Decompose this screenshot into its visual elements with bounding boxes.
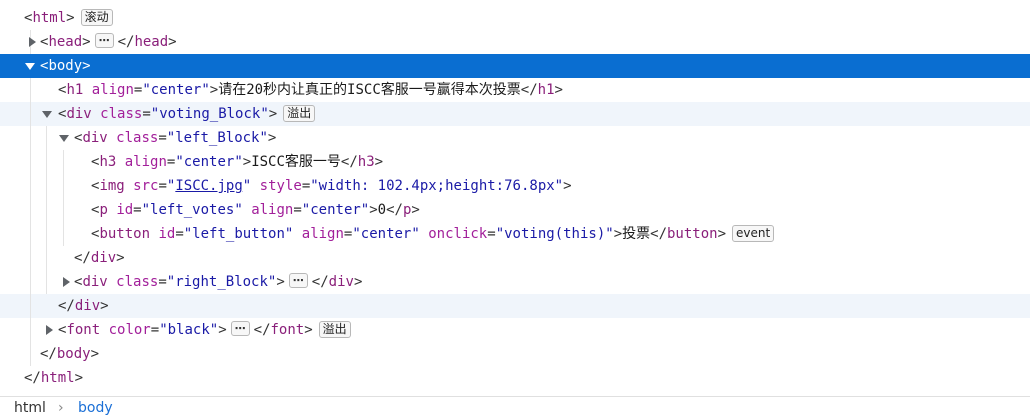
attr-name: align bbox=[91, 82, 134, 98]
node-h1[interactable]: <h1 align="center">请在20秒内让真正的ISCC客服一号赢得本… bbox=[0, 78, 1030, 102]
tag-name: div bbox=[90, 250, 117, 266]
attr-name: src bbox=[133, 178, 159, 194]
tag-name: html bbox=[40, 370, 75, 386]
tag-name: h3 bbox=[357, 154, 375, 170]
text-node: 投票 bbox=[622, 226, 651, 242]
node-right-block[interactable]: <div class="right_Block"> ⋯ </div> bbox=[0, 270, 1030, 294]
tag-name: img bbox=[99, 178, 125, 194]
attr-value: "center" bbox=[175, 154, 243, 170]
attr-name: class bbox=[116, 130, 159, 146]
node-html-close[interactable]: </html> bbox=[0, 366, 1030, 390]
tag-name: button bbox=[99, 226, 151, 242]
tag-name: body bbox=[48, 58, 83, 74]
collapse-triangle-icon[interactable] bbox=[41, 102, 53, 126]
attr-value: "voting_Block" bbox=[150, 106, 269, 122]
tag-name: div bbox=[82, 274, 108, 290]
node-h3[interactable]: <h3 align="center">ISCC客服一号</h3> bbox=[0, 150, 1030, 174]
attr-value: "center" bbox=[301, 202, 370, 218]
tag-name: div bbox=[82, 130, 108, 146]
tag-name: div bbox=[328, 274, 354, 290]
tag-name: font bbox=[66, 322, 101, 338]
ellipsis-button[interactable]: ⋯ bbox=[94, 33, 114, 48]
event-badge[interactable]: event bbox=[732, 225, 775, 242]
attr-name: align bbox=[124, 154, 167, 170]
attr-name: id bbox=[158, 226, 176, 242]
expand-triangle-icon[interactable] bbox=[26, 30, 38, 54]
node-html-open[interactable]: <html> 滚动 bbox=[0, 6, 1030, 30]
tag-name: div bbox=[74, 298, 101, 314]
attr-name: color bbox=[108, 322, 151, 338]
attr-name: align bbox=[301, 226, 344, 242]
tag-name: div bbox=[66, 106, 92, 122]
overflow-badge[interactable]: 溢出 bbox=[283, 105, 316, 122]
attr-name: class bbox=[116, 274, 159, 290]
attr-name: onclick bbox=[428, 226, 488, 242]
attr-name: align bbox=[251, 202, 294, 218]
node-img[interactable]: <img src="ISCC.jpg" style="width: 102.4p… bbox=[0, 174, 1030, 198]
text-node: ISCC客服一号 bbox=[251, 154, 341, 170]
tag-name: head bbox=[48, 34, 83, 50]
collapse-triangle-icon[interactable] bbox=[58, 126, 70, 150]
tag-name: h3 bbox=[99, 154, 117, 170]
attr-name: style bbox=[259, 178, 302, 194]
attr-value: "left_button" bbox=[183, 226, 294, 242]
tag-name: head bbox=[134, 34, 169, 50]
attr-name: id bbox=[116, 202, 134, 218]
attr-value: "center" bbox=[352, 226, 420, 242]
dom-tree: <html> 滚动 <head> ⋯ </head> <body> <h1 align… bbox=[0, 6, 1030, 390]
attr-value: "right_Block" bbox=[166, 274, 277, 290]
node-font[interactable]: <font color="black"> ⋯ </font> 溢出 bbox=[0, 318, 1030, 342]
tag-name: body bbox=[56, 346, 91, 362]
node-head[interactable]: <head> ⋯ </head> bbox=[0, 30, 1030, 54]
ellipsis-button[interactable]: ⋯ bbox=[288, 273, 308, 288]
attr-value: "left_votes" bbox=[141, 202, 243, 218]
node-button[interactable]: <button id="left_button" align="center" … bbox=[0, 222, 1030, 246]
text-node: 请在20秒内让真正的ISCC客服一号赢得本次投票 bbox=[218, 82, 521, 98]
node-voting-block[interactable]: <div class="voting_Block"> 溢出 bbox=[0, 102, 1030, 126]
ellipsis-button[interactable]: ⋯ bbox=[230, 321, 250, 336]
overflow-badge[interactable]: 溢出 bbox=[318, 321, 351, 338]
node-left-block-close[interactable]: </div> bbox=[0, 246, 1030, 270]
attr-name: class bbox=[100, 106, 143, 122]
expand-triangle-icon[interactable] bbox=[60, 270, 72, 294]
collapse-triangle-icon[interactable] bbox=[24, 54, 36, 78]
attr-value: "black" bbox=[159, 322, 219, 338]
tag-name: h1 bbox=[66, 82, 84, 98]
breadcrumb: html › body bbox=[0, 396, 1030, 416]
attr-value: "voting(this)" bbox=[495, 226, 614, 242]
expand-triangle-icon[interactable] bbox=[43, 318, 55, 342]
node-body-close[interactable]: </body> bbox=[0, 342, 1030, 366]
scroll-badge[interactable]: 滚动 bbox=[80, 9, 113, 26]
attr-value: "left_Block" bbox=[166, 130, 268, 146]
node-left-block[interactable]: <div class="left_Block"> bbox=[0, 126, 1030, 150]
img-src-link[interactable]: ISCC.jpg bbox=[175, 178, 242, 194]
attr-value: "width: 102.4px;height:76.8px" bbox=[310, 178, 564, 194]
tag-name: html bbox=[32, 10, 67, 26]
attr-value: "center" bbox=[142, 82, 210, 98]
node-body-open[interactable]: <body> bbox=[0, 54, 1030, 78]
node-voting-block-close[interactable]: </div> bbox=[0, 294, 1030, 318]
tag-name: button bbox=[667, 226, 718, 242]
tag-name: h1 bbox=[537, 82, 555, 98]
text-node: 0 bbox=[377, 202, 387, 218]
node-p[interactable]: <p id="left_votes" align="center">0</p> bbox=[0, 198, 1030, 222]
tag-name: font bbox=[270, 322, 305, 338]
tag-name: p bbox=[99, 202, 108, 218]
